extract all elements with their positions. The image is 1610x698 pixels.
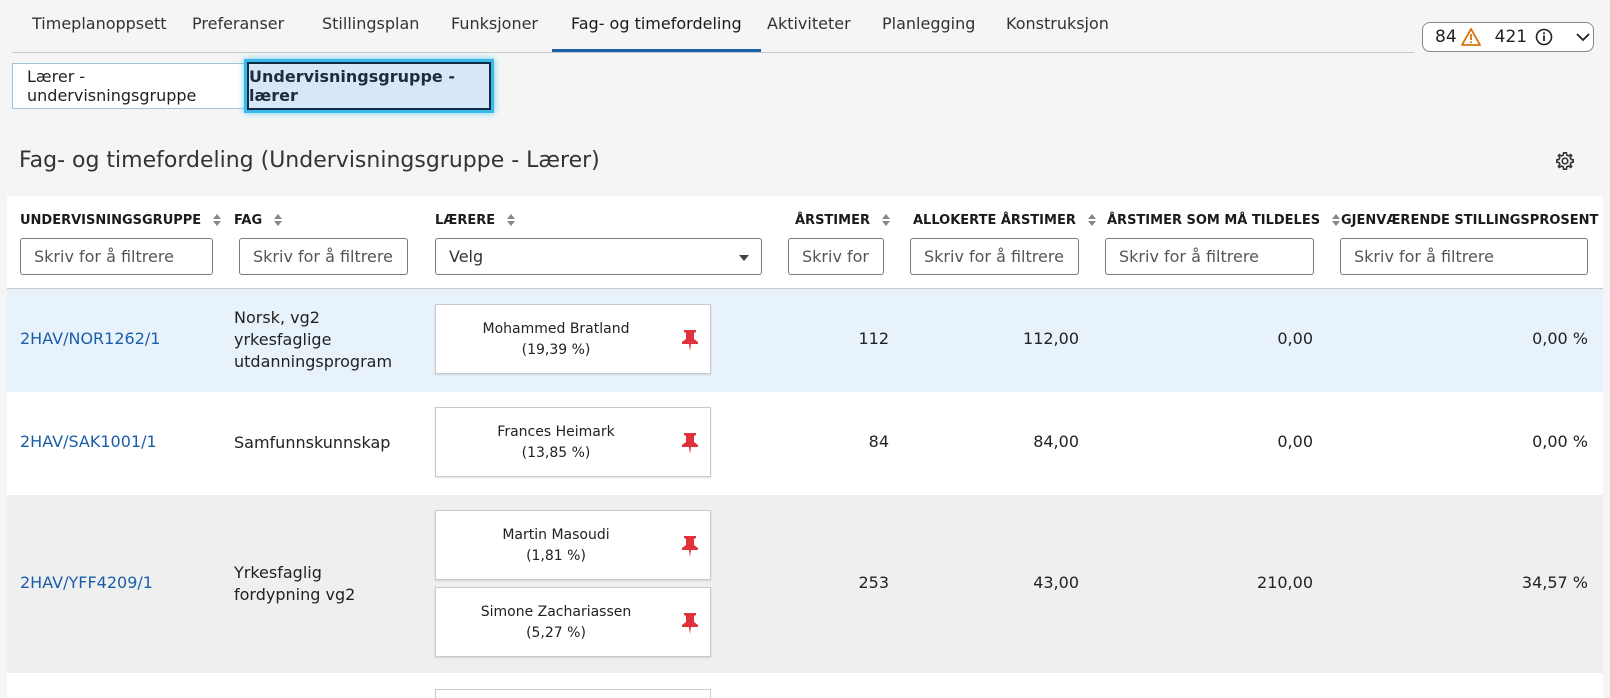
to-assign-cell: 210,00: [1257, 573, 1313, 592]
pin-icon[interactable]: [680, 534, 700, 558]
column-header-to-assign[interactable]: ÅRSTIMER SOM MÅ TILDELES: [1107, 212, 1342, 228]
tab-fag-og-timefordeling[interactable]: Fag- og timefordeling: [552, 14, 761, 52]
info-count: 421: [1494, 27, 1528, 47]
teacher-name: Mohammed Bratland: [482, 321, 630, 337]
tab-planlegging[interactable]: Planlegging: [882, 14, 975, 52]
tab-funksjoner[interactable]: Funksjoner: [451, 14, 538, 52]
column-label: ALLOKERTE ÅRSTIMER: [913, 212, 1076, 228]
table-row[interactable]: 2HAV/SAK1001/1 Samfunnskunnskap Frances …: [7, 392, 1603, 495]
annual-hours-cell: 84: [868, 432, 889, 451]
column-header-group[interactable]: UNDERVISNINGSGRUPPE: [20, 212, 223, 228]
remaining-pct-cell: 34,57 %: [1521, 573, 1588, 592]
filter-to-assign-input[interactable]: [1105, 238, 1314, 275]
sort-icon: [274, 214, 283, 226]
sort-icon: [213, 214, 222, 226]
toggle-teacher-group[interactable]: Lærer - undervisningsgruppe: [12, 63, 247, 109]
teacher-card[interactable]: [435, 689, 711, 698]
subject-cell: Yrkesfaglig fordypning vg2: [234, 563, 356, 604]
tab-stillingsplan[interactable]: Stillingsplan: [322, 14, 419, 52]
tab-timeplanoppsett[interactable]: Timeplanoppsett: [32, 14, 167, 52]
column-label: UNDERVISNINGSGRUPPE: [20, 212, 202, 228]
sort-icon: [1087, 214, 1096, 226]
gear-icon[interactable]: [1555, 151, 1575, 171]
tab-konstruksjon[interactable]: Konstruksjon: [1006, 14, 1109, 52]
teacher-card[interactable]: Simone Zachariassen (5,27 %): [435, 587, 711, 657]
tab-preferanser[interactable]: Preferanser: [192, 14, 284, 52]
to-assign-cell: 0,00: [1277, 329, 1313, 348]
group-link[interactable]: 2HAV/YFF4209/1: [20, 573, 153, 592]
warnings-count: 84: [1435, 27, 1457, 47]
teacher-card[interactable]: Martin Masoudi (1,81 %): [435, 510, 711, 580]
teacher-name: Frances Heimark: [497, 424, 615, 440]
sort-icon: [881, 214, 890, 226]
subject-cell: Norsk, vg2 yrkesfaglige utdanningsprogra…: [234, 308, 393, 371]
status-summary-dropdown[interactable]: 84 421: [1422, 22, 1594, 52]
dropdown-caret-icon: [739, 255, 749, 261]
column-label: ÅRSTIMER: [795, 212, 870, 228]
column-header-allocated[interactable]: ALLOKERTE ÅRSTIMER: [913, 212, 1098, 228]
filter-remaining-pct-input[interactable]: [1340, 238, 1588, 275]
chevron-down-icon: [1576, 33, 1590, 42]
table-row[interactable]: [7, 673, 1603, 698]
column-header-teachers[interactable]: LÆRERE: [435, 212, 517, 228]
teacher-percent: (5,27 %): [526, 625, 586, 641]
pin-icon[interactable]: [680, 328, 700, 352]
annual-hours-cell: 112: [858, 329, 889, 348]
top-navigation: Timeplanoppsett Preferanser Stillingspla…: [12, 0, 1414, 53]
column-header-subject[interactable]: FAG: [234, 212, 284, 228]
filter-teachers-select[interactable]: Velg: [435, 238, 762, 275]
teacher-percent: (13,85 %): [521, 445, 591, 461]
teacher-name: Simone Zachariassen: [480, 604, 632, 620]
to-assign-cell: 0,00: [1277, 432, 1313, 451]
table-header: UNDERVISNINGSGRUPPE FAG LÆRERE ÅRSTIMER …: [7, 196, 1603, 289]
allocated-cell: 112,00: [1023, 329, 1079, 348]
warning-icon: [1460, 28, 1481, 46]
allocation-table: UNDERVISNINGSGRUPPE FAG LÆRERE ÅRSTIMER …: [7, 196, 1603, 698]
teacher-percent: (1,81 %): [526, 548, 586, 564]
annual-hours-cell: 253: [858, 573, 889, 592]
toggle-group-teacher[interactable]: Undervisningsgruppe - lærer: [247, 62, 491, 110]
teacher-card[interactable]: Frances Heimark (13,85 %): [435, 407, 711, 477]
column-label: LÆRERE: [435, 212, 496, 228]
tab-aktiviteter[interactable]: Aktiviteter: [767, 14, 851, 52]
filter-allocated-input[interactable]: [910, 238, 1079, 275]
pin-icon[interactable]: [680, 611, 700, 635]
group-link[interactable]: 2HAV/SAK1001/1: [20, 432, 157, 451]
select-placeholder: Velg: [449, 247, 484, 266]
column-label: ÅRSTIMER SOM MÅ TILDELES: [1107, 212, 1321, 228]
filter-subject-input[interactable]: [239, 238, 408, 275]
allocated-cell: 84,00: [1033, 432, 1079, 451]
teacher-name: Martin Masoudi: [502, 527, 610, 543]
filter-group-input[interactable]: [20, 238, 213, 275]
teacher-card[interactable]: Mohammed Bratland (19,39 %): [435, 304, 711, 374]
pin-icon[interactable]: [680, 431, 700, 455]
filter-annual-hours-input[interactable]: [788, 238, 884, 275]
page-title: Fag- og timefordeling (Undervisningsgrup…: [19, 148, 600, 173]
column-label: GJENVÆRENDE STILLINGSPROSENT: [1341, 212, 1599, 228]
teacher-percent: (19,39 %): [521, 342, 591, 358]
column-header-remaining-pct[interactable]: GJENVÆRENDE STILLINGSPROSENT: [1341, 212, 1610, 228]
group-link[interactable]: 2HAV/NOR1262/1: [20, 329, 160, 348]
remaining-pct-cell: 0,00 %: [1532, 432, 1588, 451]
table-row[interactable]: 2HAV/NOR1262/1 Norsk, vg2 yrkesfaglige u…: [7, 289, 1603, 392]
sort-icon: [507, 214, 516, 226]
column-label: FAG: [234, 212, 263, 228]
subject-cell: Samfunnskunnskap: [234, 433, 391, 452]
allocated-cell: 43,00: [1033, 573, 1079, 592]
remaining-pct-cell: 0,00 %: [1532, 329, 1588, 348]
info-icon: [1535, 28, 1553, 46]
table-row[interactable]: 2HAV/YFF4209/1 Yrkesfaglig fordypning vg…: [7, 495, 1603, 673]
column-header-annual-hours[interactable]: ÅRSTIMER: [795, 212, 892, 228]
